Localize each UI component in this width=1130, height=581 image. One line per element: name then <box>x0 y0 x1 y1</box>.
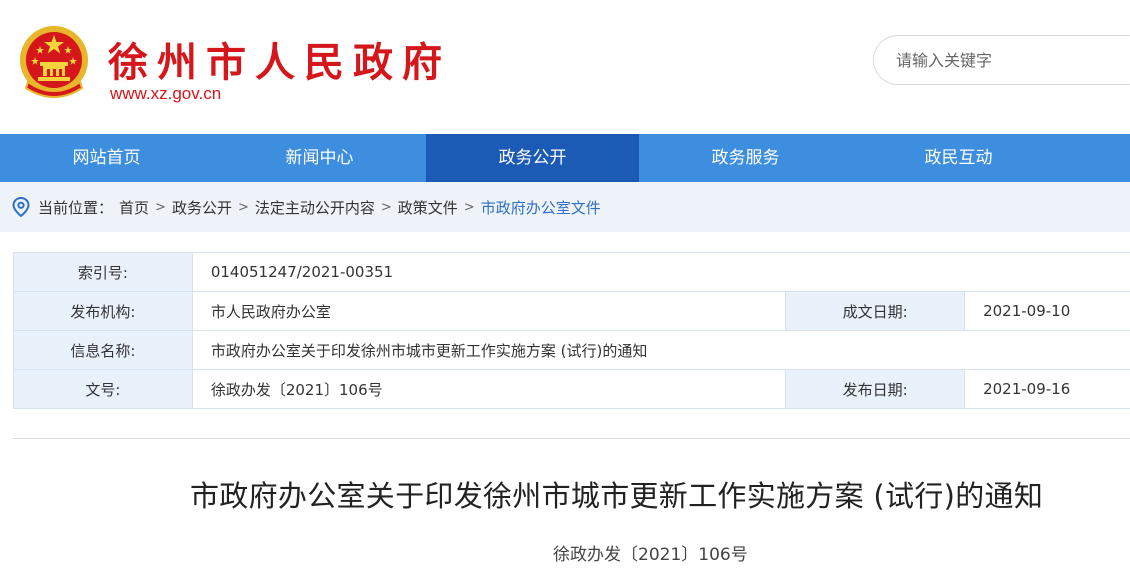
breadcrumb-item-gov-affairs[interactable]: 政务公开 <box>172 197 232 218</box>
document-info-table: 索引号: 014051247/2021-00351 发布机构: 市人民政府办公室… <box>13 252 1130 409</box>
breadcrumb-separator: > <box>237 199 249 215</box>
main-nav: 网站首页 新闻中心 政务公开 政务服务 政民互动 <box>0 134 1130 182</box>
section-divider <box>13 438 1130 439</box>
location-pin-icon <box>12 197 30 217</box>
breadcrumb: 当前位置： 首页 > 政务公开 > 法定主动公开内容 > 政策文件 > 市政府办… <box>0 182 1130 232</box>
index-value: 014051247/2021-00351 <box>191 252 1130 292</box>
table-row: 索引号: 014051247/2021-00351 <box>13 252 1130 292</box>
publisher-value: 市人民政府办公室 <box>191 291 787 331</box>
search-box[interactable] <box>873 35 1130 85</box>
doc-number-label: 文号: <box>13 369 193 409</box>
nav-item-news[interactable]: 新闻中心 <box>213 134 426 182</box>
breadcrumb-separator: > <box>463 199 475 215</box>
nav-item-interaction[interactable]: 政民互动 <box>852 134 1065 182</box>
doc-number-value: 徐政办发〔2021〕106号 <box>191 369 787 409</box>
national-emblem-icon[interactable] <box>18 22 90 100</box>
site-header: 徐州市人民政府 www.xz.gov.cn <box>0 0 1130 134</box>
search-input[interactable] <box>896 48 1126 72</box>
created-date-label: 成文日期: <box>785 291 966 331</box>
table-row: 发布机构: 市人民政府办公室 成文日期: 2021-09-10 <box>13 291 1130 331</box>
nav-item-home[interactable]: 网站首页 <box>0 134 213 182</box>
breadcrumb-item-statutory[interactable]: 法定主动公开内容 <box>255 197 375 218</box>
breadcrumb-separator: > <box>380 199 392 215</box>
publisher-label: 发布机构: <box>13 291 193 331</box>
nav-item-services[interactable]: 政务服务 <box>639 134 852 182</box>
publish-date-value: 2021-09-16 <box>964 369 1130 409</box>
breadcrumb-item-home[interactable]: 首页 <box>119 197 149 218</box>
breadcrumb-item-current[interactable]: 市政府办公室文件 <box>481 197 601 218</box>
breadcrumb-item-policy[interactable]: 政策文件 <box>398 197 458 218</box>
nav-item-gov-affairs[interactable]: 政务公开 <box>426 134 639 182</box>
breadcrumb-separator: > <box>155 199 166 215</box>
info-name-label: 信息名称: <box>13 330 193 370</box>
site-title[interactable]: 徐州市人民政府 <box>108 30 451 88</box>
table-row: 信息名称: 市政府办公室关于印发徐州市城市更新工作实施方案 (试行)的通知 <box>13 330 1130 370</box>
info-name-value: 市政府办公室关于印发徐州市城市更新工作实施方案 (试行)的通知 <box>191 330 1130 370</box>
document-number: 徐政办发〔2021〕106号 <box>553 545 748 565</box>
site-url[interactable]: www.xz.gov.cn <box>110 84 221 104</box>
breadcrumb-label: 当前位置： <box>38 198 114 217</box>
document-title: 市政府办公室关于印发徐州市城市更新工作实施方案 (试行)的通知 <box>190 479 1044 513</box>
created-date-value: 2021-09-10 <box>964 291 1130 331</box>
index-label: 索引号: <box>13 252 193 292</box>
publish-date-label: 发布日期: <box>785 369 966 409</box>
table-row: 文号: 徐政办发〔2021〕106号 发布日期: 2021-09-16 <box>13 369 1130 409</box>
